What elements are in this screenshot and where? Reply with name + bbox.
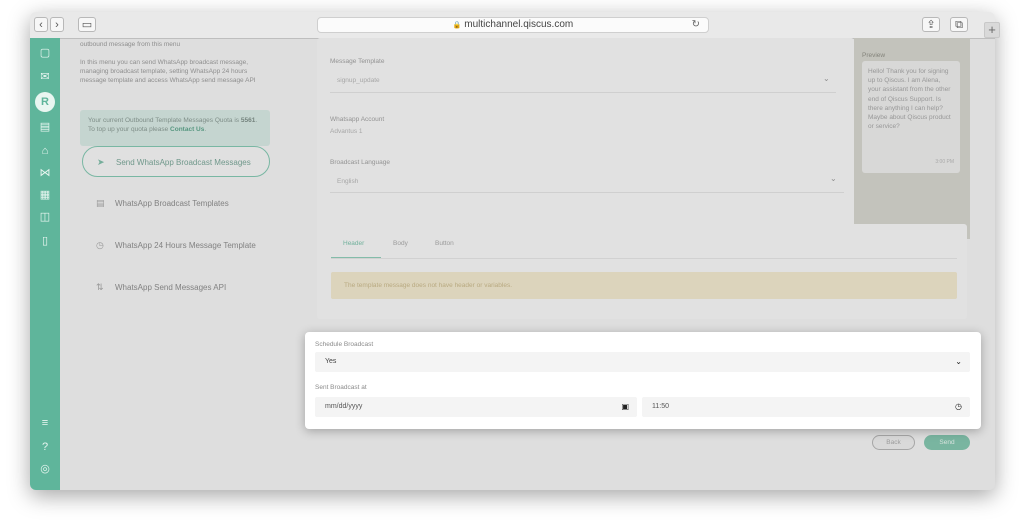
preview-message: Hello! Thank you for signing up to Qiscu… (868, 68, 951, 131)
language-select-value[interactable]: English (337, 178, 358, 185)
sidebar-mobile-icon[interactable]: ▯ (38, 234, 52, 248)
schedule-value: Yes (325, 358, 337, 365)
time-value: 11:50 (652, 403, 669, 410)
tab-button[interactable]: Button (435, 240, 454, 247)
api-icon: ⇅ (96, 282, 104, 292)
broadcast-form-card (317, 38, 854, 237)
no-header-notice: The template message does not have heade… (331, 272, 957, 299)
time-input[interactable]: 11:50 ◷ (642, 397, 970, 417)
app-sidebar: ▢ ✉ R ▤ ⌂ ⋈ ▦ ◫ ▯ ≡ ? ◎ (30, 38, 60, 490)
language-label: Broadcast Language (330, 159, 390, 166)
intro-description: In this menu you can send WhatsApp broad… (80, 59, 256, 84)
broadcast-intro: outbound message from this menu In this … (80, 40, 325, 85)
menu-label: Send WhatsApp Broadcast Messages (116, 158, 251, 167)
chevron-down-icon: ⌄ (955, 357, 962, 366)
contact-us-link[interactable]: Contact Us (170, 126, 204, 133)
schedule-broadcast-dialog: Schedule Broadcast Yes ⌄ Sent Broadcast … (305, 332, 981, 429)
tabs-divider (331, 258, 957, 259)
forward-button[interactable]: › (50, 17, 64, 32)
clock-icon: ◷ (96, 240, 104, 250)
sidebar-apps-icon[interactable]: ▦ (38, 188, 52, 202)
quota-notice: Your current Outbound Template Messages … (80, 110, 270, 146)
menu-24-hours-template[interactable]: ◷ WhatsApp 24 Hours Message Template (82, 230, 270, 261)
sidebar-help-icon[interactable]: ? (38, 440, 52, 454)
template-icon: ▤ (96, 198, 105, 208)
quota-suffix: . (204, 126, 207, 133)
menu-label: WhatsApp 24 Hours Message Template (115, 241, 256, 250)
new-tab-button[interactable]: + (984, 22, 1000, 38)
template-select-underline (330, 92, 836, 93)
send-icon: ➤ (97, 157, 105, 167)
sidebar-inbox-icon[interactable]: ▢ (38, 46, 52, 60)
sidebar-broadcast-icon[interactable]: R (35, 92, 55, 112)
lock-icon: 🔒 (452, 22, 462, 29)
schedule-select[interactable]: Yes ⌄ (315, 352, 970, 372)
date-input[interactable]: mm/dd/yyyy ▣ (315, 397, 637, 417)
account-value: Advantus 1 (330, 128, 363, 135)
quota-value: 5561 (240, 117, 256, 124)
sidebar-integration-icon[interactable]: ⋈ (38, 166, 52, 180)
send-button[interactable]: Send (924, 435, 970, 450)
menu-label: WhatsApp Broadcast Templates (115, 199, 229, 208)
schedule-label: Schedule Broadcast (315, 341, 374, 348)
template-label: Message Template (330, 58, 385, 65)
language-select-underline (330, 192, 844, 193)
template-chevron-down-icon[interactable]: ⌄ (823, 74, 830, 83)
preview-bubble: Hello! Thank you for signing up to Qiscu… (862, 61, 960, 173)
sidebar-analytics-icon[interactable]: ⌂ (38, 144, 52, 158)
menu-label: WhatsApp Send Messages API (115, 283, 227, 292)
sidebar-bot-icon[interactable]: ◫ (38, 210, 52, 224)
preview-time: 3:00 PM (935, 158, 954, 165)
reload-icon[interactable]: ↻ (692, 18, 700, 32)
template-select-value[interactable]: signup_update (337, 77, 380, 84)
show-tabs-button[interactable]: ⧉ (950, 17, 968, 32)
sidebar-mail-icon[interactable]: ✉ (38, 70, 52, 84)
tab-body[interactable]: Body (393, 240, 408, 247)
account-label: Whatsapp Account (330, 116, 385, 123)
back-button[interactable]: Back (872, 435, 915, 450)
sidebar-profile-icon[interactable]: ◎ (38, 462, 52, 476)
active-tab-indicator (331, 257, 381, 258)
clock-icon[interactable]: ◷ (955, 397, 962, 417)
url-text: multichannel.qiscus.com (464, 19, 574, 30)
share-button[interactable]: ⇪ (922, 17, 940, 32)
address-bar[interactable]: 🔒 multichannel.qiscus.com ↻ (317, 17, 709, 33)
quota-prefix: Your current Outbound Template Messages … (88, 117, 240, 124)
calendar-icon[interactable]: ▣ (621, 397, 629, 417)
intro-line: outbound message from this menu (80, 41, 181, 48)
back-button[interactable]: ‹ (34, 17, 48, 32)
menu-broadcast-templates[interactable]: ▤ WhatsApp Broadcast Templates (82, 188, 270, 219)
sent-at-label: Sent Broadcast at (315, 384, 367, 391)
sidebar-settings-icon[interactable]: ≡ (38, 416, 52, 430)
preview-title: Preview (862, 52, 886, 59)
sidebar-list-icon[interactable]: ▤ (38, 120, 52, 134)
message-preview: Preview Hello! Thank you for signing up … (854, 38, 970, 239)
browser-toolbar: ‹ › ▭ 🔒 multichannel.qiscus.com ↻ ⇪ ⧉ (30, 12, 995, 39)
tab-header[interactable]: Header (343, 240, 364, 247)
date-placeholder: mm/dd/yyyy (325, 403, 363, 410)
sidebar-toggle-button[interactable]: ▭ (78, 17, 96, 32)
menu-send-messages-api[interactable]: ⇅ WhatsApp Send Messages API (82, 272, 270, 303)
menu-send-broadcast[interactable]: ➤ Send WhatsApp Broadcast Messages (82, 146, 270, 177)
language-chevron-down-icon[interactable]: ⌄ (830, 174, 837, 183)
